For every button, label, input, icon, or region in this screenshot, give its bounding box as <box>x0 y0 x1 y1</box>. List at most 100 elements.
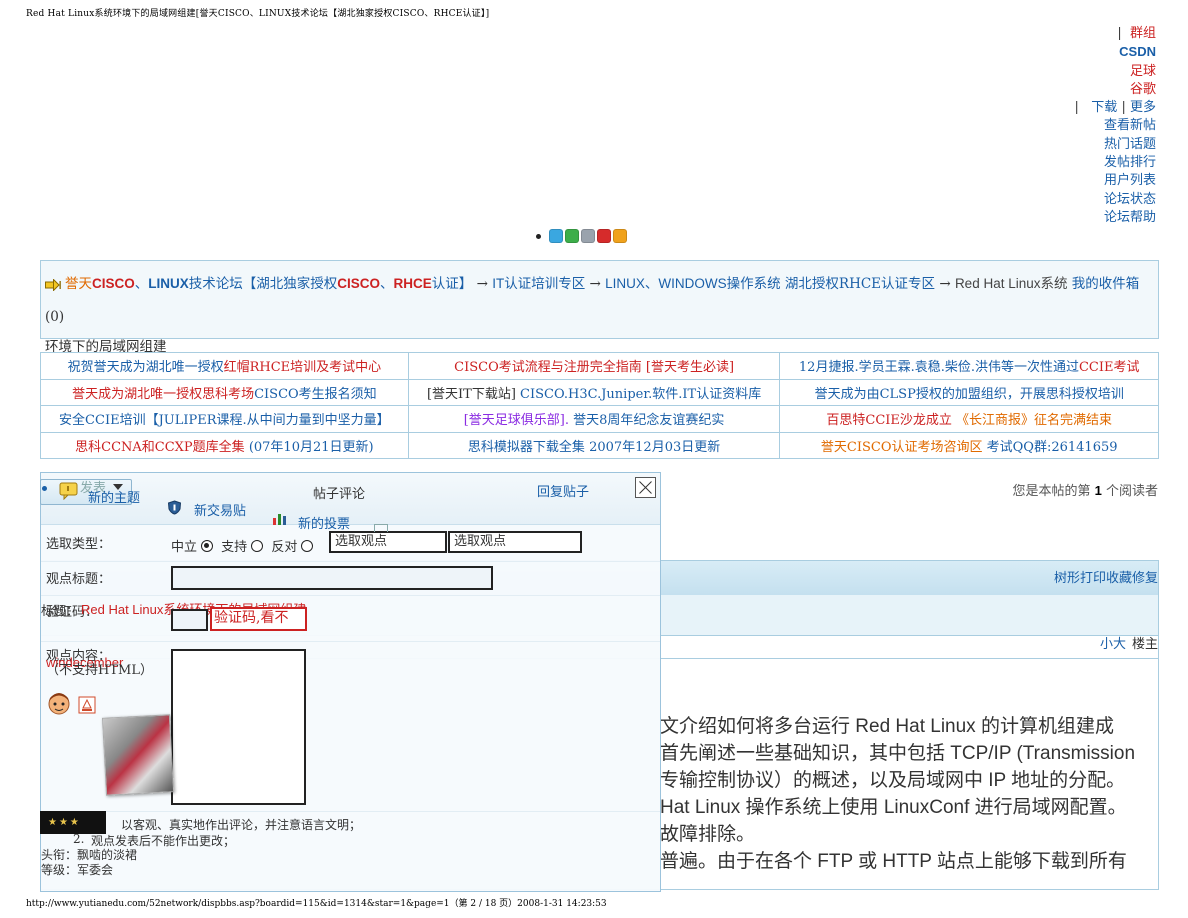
profile-card-icon[interactable] <box>78 696 96 714</box>
link-csdn[interactable]: CSDN <box>1119 44 1156 59</box>
breadcrumb-it-zone[interactable]: IT认证培训专区 <box>492 276 585 291</box>
announcement-link[interactable]: 誉天CISCO认证考场咨询区 <box>821 440 987 455</box>
announcement-link[interactable]: 2007年12月03日更新 <box>589 440 720 455</box>
menu-new-vote[interactable]: 新的投票 <box>298 513 350 532</box>
skin-orange-swatch[interactable] <box>613 229 627 243</box>
breadcrumb-os-zone[interactable]: LINUX、WINDOWS操作系统 <box>605 276 781 291</box>
skin-blue-swatch[interactable] <box>549 229 563 243</box>
tab-reply[interactable]: 回复贴子 <box>537 481 589 500</box>
floor-number: 楼主 <box>1131 637 1158 652</box>
link-football[interactable]: 足球 <box>1130 64 1156 79</box>
announcement-link[interactable]: 12月捷报.学员王霖.袁稳.柴俭.洪伟等一次性通过 <box>799 360 1079 375</box>
tab-comment[interactable]: 帖子评论 <box>313 483 365 502</box>
post-body-line: 普遍。由于在各个 FTP 或 HTTP 站点上能够下载到所有 <box>660 851 1127 872</box>
link-google[interactable]: 谷歌 <box>1130 82 1156 97</box>
vote-chart-icon <box>273 514 286 525</box>
announcement-link[interactable]: 誉天成为由CLSP授权的加盟组织，开展思科授权培训 <box>815 387 1124 402</box>
title-prefix: 头衔： <box>41 848 78 862</box>
announcement-cell: 安全CCIE培训【JULIPER课程.从中间力量到中坚力量】 <box>40 405 409 433</box>
announcement-link[interactable]: CISCO.H3C.Juniper.软件.IT认证资料库 <box>520 387 761 402</box>
announcement-link[interactable]: 思科模拟器下载全集 <box>468 440 589 455</box>
announcement-link[interactable]: 安全CCIE培训【JULIPER课程.从中间力量到中坚力量】 <box>59 413 390 428</box>
speech-bubble-icon <box>59 482 78 500</box>
type-label: 选取类型： <box>46 537 112 552</box>
radio-support[interactable] <box>251 540 264 552</box>
link-forum-help[interactable]: 论坛帮助 <box>1104 210 1156 225</box>
announcement-link[interactable]: 祝贺誉天成为湖北唯一授权 <box>68 360 224 375</box>
post-floor-label: 小大 楼主 <box>1100 633 1158 652</box>
skin-green-swatch[interactable] <box>565 229 579 243</box>
announcement-link[interactable]: 誉天成为湖北唯一授权思科考场 <box>72 387 254 402</box>
announcement-link[interactable]: 红帽RHCE培训及考试中心 <box>224 360 382 375</box>
inbox-count: (0) <box>45 309 65 325</box>
link-download[interactable]: 下载 <box>1091 100 1117 115</box>
post-body-line: 专输控制协议）的概述，以及局域网中 IP 地址的分配。 <box>660 770 1126 791</box>
announcement-link[interactable]: 誉天8周年纪念友谊赛纪实 <box>573 413 724 428</box>
bullet-icon <box>536 233 541 239</box>
crumb-text: RHCE <box>393 276 432 291</box>
post-author-link[interactable]: 小大 <box>1100 637 1126 652</box>
viewpoint-content-textarea[interactable] <box>171 649 306 805</box>
announcement-link[interactable]: [誉天足球俱乐部]. <box>464 413 573 428</box>
captcha-input[interactable] <box>171 609 208 631</box>
trade-shield-icon <box>167 500 182 515</box>
announcement-link[interactable]: 《长江商报》征名完满结束 <box>956 413 1112 428</box>
link-post-ranking[interactable]: 发帖排行 <box>1104 155 1156 170</box>
post-body-line: 文介绍如何将多台运行 Red Hat Linux 的计算机组建成 <box>660 716 1114 737</box>
radio-oppose[interactable] <box>301 540 314 552</box>
announcement-link[interactable]: (07年10月21日更新) <box>249 440 374 455</box>
viewpoint-select-2[interactable]: 选取观点 <box>448 531 582 553</box>
title-value: 飘啮的淡裙 <box>77 848 138 862</box>
crumb-text: LINUX <box>148 276 189 291</box>
inbox-link[interactable]: 我的收件箱 <box>1072 276 1140 292</box>
skin-gray-swatch[interactable] <box>581 229 595 243</box>
announcement-cell: 誉天CISCO认证考场咨询区 考试QQ群:26141659 <box>779 431 1159 459</box>
announcement-link[interactable]: [誉天IT下载站] <box>427 387 520 402</box>
comment-panel: 帖子评论 回复贴子 选取类型： 中立 支持 反对 选取观点 选取观点 观点标题：… <box>40 472 661 892</box>
announcement-link[interactable]: 考试QQ群:26141659 <box>987 440 1118 455</box>
level-prefix: 等级： <box>41 863 78 877</box>
viewpoint-select-1[interactable]: 选取观点 <box>329 531 447 553</box>
link-forum-status[interactable]: 论坛状态 <box>1104 192 1156 207</box>
radio-neutral[interactable] <box>201 540 214 552</box>
announcement-row: 安全CCIE培训【JULIPER课程.从中间力量到中坚力量】 [誉天足球俱乐部].… <box>40 405 1159 433</box>
announcement-link[interactable]: CISCO考试流程与注册完全指南 <box>454 360 642 375</box>
breadcrumb-topic-title: Red Hat Linux系统 <box>954 276 1068 291</box>
breadcrumb-forum-home[interactable]: 誉天CISCO、LINUX技术论坛【湖北独家授权CISCO、RHCE认证】 <box>65 276 472 292</box>
stance-radio-group: 中立 支持 反对 <box>171 536 317 555</box>
reader-prefix: 您是本帖的第 <box>1012 484 1091 499</box>
announcement-link[interactable]: CCIE考试 <box>1079 360 1140 375</box>
announcement-link[interactable]: CISCO考生报名须知 <box>254 387 377 402</box>
user-avatar[interactable] <box>102 714 174 796</box>
post-body-line: 故障排除。 <box>660 824 756 845</box>
announcement-link[interactable]: 百思特CCIE沙龙成立 <box>826 413 956 428</box>
link-view-new-posts[interactable]: 查看新帖 <box>1104 118 1156 133</box>
separator: | <box>1117 26 1122 41</box>
link-hot-topics[interactable]: 热门话题 <box>1104 137 1156 152</box>
divider <box>41 811 660 812</box>
breadcrumb-rhce-zone[interactable]: 湖北授权RHCE认证专区 <box>785 276 935 292</box>
menu-new-trade[interactable]: 新交易贴 <box>194 500 246 519</box>
announcement-cell: 思科CCNA和CCXP题库全集 (07年10月21日更新) <box>40 431 409 459</box>
announcement-link[interactable]: 思科CCNA和CCXP题库全集 <box>75 440 249 455</box>
post-body-text: 文介绍如何将多台运行 Red Hat Linux 的计算机组建成 首先阐述一些基础… <box>660 713 1150 875</box>
title-label: 观点标题： <box>46 572 112 587</box>
announcement-link[interactable]: [誉天考生必读] <box>642 360 734 375</box>
link-more[interactable]: 更多 <box>1130 100 1156 115</box>
announcement-cell: 祝贺誉天成为湖北唯一授权红帽RHCE培训及考试中心 <box>40 352 409 380</box>
captcha-image[interactable]: 验证码,看不 <box>210 607 307 631</box>
announcement-row: 誉天成为湖北唯一授权思科考场CISCO考生报名须知 [誉天IT下载站] CISCO… <box>40 378 1159 406</box>
rule-2-number: 2. <box>73 832 85 846</box>
crumb-text: CISCO <box>337 276 381 291</box>
viewpoint-title-input[interactable] <box>171 566 493 590</box>
print-header-title: Red Hat Linux系统环境下的局域网组建[誉天CISCO、LINUX技术… <box>26 9 490 19</box>
post-tools-links[interactable]: 树形打印收藏修复 <box>1054 567 1158 586</box>
menu-new-topic[interactable]: 新的主题 <box>88 487 140 506</box>
link-group[interactable]: 群组 <box>1130 26 1156 41</box>
skin-red-swatch[interactable] <box>597 229 611 243</box>
link-user-list[interactable]: 用户列表 <box>1104 173 1156 188</box>
post-body-line: Hat Linux 操作系统上使用 LinuxConf 进行局域网配置。 <box>660 797 1127 818</box>
close-panel-button[interactable] <box>635 477 656 498</box>
level-value: 军委会 <box>77 863 114 877</box>
breadcrumb-arrow: → <box>476 276 488 292</box>
